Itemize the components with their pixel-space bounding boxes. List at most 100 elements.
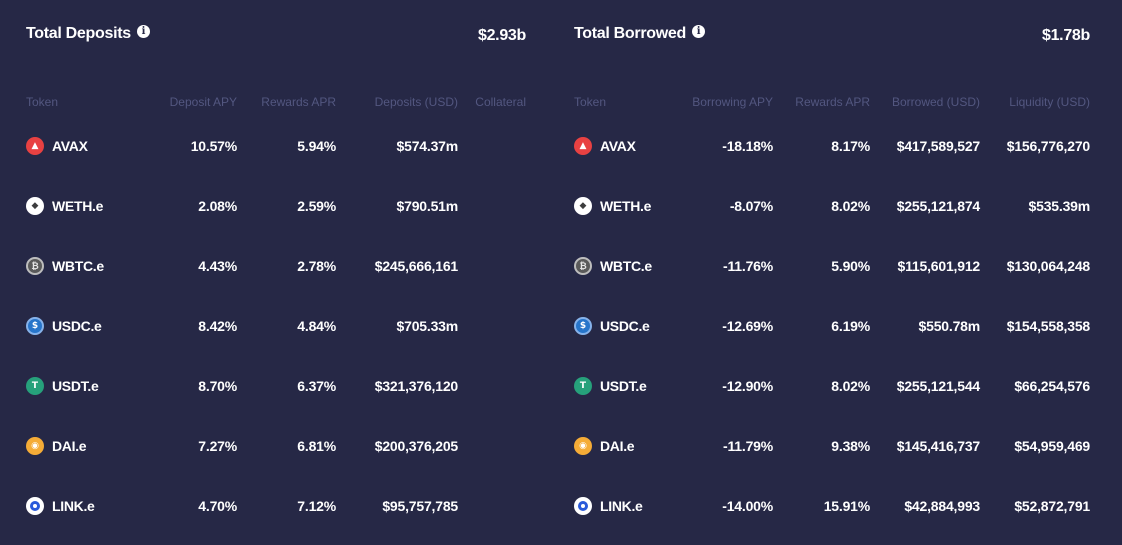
liquidity-usd-value: $54,959,469 — [1014, 438, 1090, 454]
token-name: AVAX — [52, 138, 88, 154]
col-header-deposits-usd[interactable]: Deposits (USD) — [375, 95, 458, 109]
liquidity-usd-value: $535.39m — [1028, 198, 1091, 214]
table-row[interactable]: ◉ DAI.e 7.27% 6.81% $200,376,205 — [26, 436, 526, 456]
table-row[interactable]: ₿ WBTC.e 4.43% 2.78% $245,666,161 — [26, 256, 526, 276]
token-name: LINK.e — [52, 498, 95, 514]
table-row[interactable]: LINK.e -14.00% 15.91% $42,884,993 $52,872,79… — [574, 496, 1090, 516]
col-header-collateral[interactable]: Collateral — [475, 95, 526, 109]
borrowed-header: Total Borrowed i $1.78b — [574, 24, 1090, 45]
liquidity-usd-value: $66,254,576 — [1014, 378, 1090, 394]
token-cell[interactable]: $ USDC.e — [26, 316, 102, 336]
liquidity-usd-value: $156,776,270 — [1006, 138, 1090, 154]
table-row[interactable]: ▲ AVAX 10.57% 5.94% $574.37m — [26, 136, 526, 156]
table-row[interactable]: ◆ WETH.e 2.08% 2.59% $790.51m — [26, 196, 526, 216]
table-row[interactable]: $ USDC.e -12.69% 6.19% $550.78m $154,558,358 — [574, 316, 1090, 336]
token-name: USDT.e — [600, 378, 647, 394]
col-header-deposit-apy[interactable]: Deposit APY — [170, 95, 237, 109]
col-header-borrowing-apy[interactable]: Borrowing APY — [692, 95, 773, 109]
token-name: WETH.e — [600, 198, 652, 214]
table-row[interactable]: ▲ AVAX -18.18% 8.17% $417,589,527 $156,776,27… — [574, 136, 1090, 156]
link-icon — [574, 497, 592, 515]
deposits-usd-value: $574.37m — [396, 138, 459, 154]
token-cell[interactable]: T USDT.e — [574, 376, 647, 396]
token-cell[interactable]: ◆ WETH.e — [574, 196, 651, 216]
wbtc-icon: ₿ — [574, 257, 592, 275]
avax-icon: ▲ — [574, 137, 592, 155]
token-cell[interactable]: ◉ DAI.e — [26, 436, 87, 456]
deposits-usd-value: $200,376,205 — [374, 438, 458, 454]
token-name: WBTC.e — [52, 258, 104, 274]
token-name: WETH.e — [52, 198, 104, 214]
borrowing-apy-value: -8.07% — [729, 198, 773, 214]
rewards-apr-value: 8.17% — [831, 138, 870, 154]
token-cell[interactable]: LINK.e — [574, 496, 643, 516]
table-row[interactable]: T USDT.e 8.70% 6.37% $321,376,120 — [26, 376, 526, 396]
deposit-apy-value: 2.08% — [198, 198, 237, 214]
token-cell[interactable]: ₿ WBTC.e — [26, 256, 104, 276]
table-row[interactable]: T USDT.e -12.90% 8.02% $255,121,544 $66,254,5… — [574, 376, 1090, 396]
borrowed-panel: Total Borrowed i $1.78b Token Borrowing … — [574, 0, 1090, 545]
link-icon — [26, 497, 44, 515]
rewards-apr-value: 5.94% — [297, 138, 336, 154]
borrowed-usd-value: $145,416,737 — [896, 438, 980, 454]
token-cell[interactable]: ▲ AVAX — [574, 136, 636, 156]
rewards-apr-value: 15.91% — [823, 498, 870, 514]
table-row[interactable]: ◉ DAI.e -11.79% 9.38% $145,416,737 $54,959,46… — [574, 436, 1090, 456]
wbtc-icon: ₿ — [26, 257, 44, 275]
rewards-apr-value: 2.59% — [297, 198, 336, 214]
token-cell[interactable]: ₿ WBTC.e — [574, 256, 652, 276]
dai-icon: ◉ — [26, 437, 44, 455]
col-header-rewards-apr[interactable]: Rewards APR — [795, 95, 870, 109]
table-row[interactable]: ◆ WETH.e -8.07% 8.02% $255,121,874 $535.39m — [574, 196, 1090, 216]
token-cell[interactable]: ▲ AVAX — [26, 136, 88, 156]
borrowed-title: Total Borrowed — [574, 25, 686, 42]
token-cell[interactable]: ◆ WETH.e — [26, 196, 103, 216]
table-row[interactable]: ₿ WBTC.e -11.76% 5.90% $115,601,912 $130,064,… — [574, 256, 1090, 276]
token-cell[interactable]: T USDT.e — [26, 376, 99, 396]
weth-icon: ◆ — [574, 197, 592, 215]
info-icon[interactable]: i — [691, 24, 705, 38]
rewards-apr-value: 4.84% — [297, 318, 336, 334]
token-name: AVAX — [600, 138, 636, 154]
token-cell[interactable]: $ USDC.e — [574, 316, 650, 336]
table-row[interactable]: $ USDC.e 8.42% 4.84% $705.33m — [26, 316, 526, 336]
borrowed-usd-value: $550.78m — [918, 318, 981, 334]
borrowed-total: $1.78b — [1041, 27, 1090, 44]
col-header-token[interactable]: Token — [26, 95, 58, 109]
deposit-apy-value: 4.70% — [198, 498, 237, 514]
deposit-apy-value: 10.57% — [190, 138, 237, 154]
deposits-header: Total Deposits i $2.93b — [26, 24, 526, 45]
rewards-apr-value: 7.12% — [297, 498, 336, 514]
token-name: USDT.e — [52, 378, 99, 394]
token-name: USDC.e — [52, 318, 102, 334]
usdc-icon: $ — [574, 317, 592, 335]
usdc-icon: $ — [26, 317, 44, 335]
table-row[interactable]: LINK.e 4.70% 7.12% $95,757,785 — [26, 496, 526, 516]
usdt-icon: T — [26, 377, 44, 395]
token-cell[interactable]: LINK.e — [26, 496, 95, 516]
token-cell[interactable]: ◉ DAI.e — [574, 436, 635, 456]
liquidity-usd-value: $154,558,358 — [1006, 318, 1090, 334]
deposit-apy-value: 4.43% — [198, 258, 237, 274]
deposits-usd-value: $245,666,161 — [374, 258, 458, 274]
col-header-borrowed-usd[interactable]: Borrowed (USD) — [892, 95, 980, 109]
col-header-liquidity-usd[interactable]: Liquidity (USD) — [1009, 95, 1090, 109]
deposit-apy-value: 8.42% — [198, 318, 237, 334]
rewards-apr-value: 8.02% — [831, 378, 870, 394]
weth-icon: ◆ — [26, 197, 44, 215]
usdt-icon: T — [574, 377, 592, 395]
avax-icon: ▲ — [26, 137, 44, 155]
col-header-rewards-apr[interactable]: Rewards APR — [261, 95, 336, 109]
deposits-usd-value: $95,757,785 — [382, 498, 458, 514]
rewards-apr-value: 9.38% — [831, 438, 870, 454]
info-icon[interactable]: i — [136, 24, 150, 38]
rewards-apr-value: 5.90% — [831, 258, 870, 274]
token-name: DAI.e — [52, 438, 87, 454]
liquidity-usd-value: $130,064,248 — [1006, 258, 1090, 274]
borrowed-usd-value: $255,121,874 — [896, 198, 980, 214]
token-name: WBTC.e — [600, 258, 652, 274]
borrowed-usd-value: $42,884,993 — [904, 498, 980, 514]
col-header-token[interactable]: Token — [574, 95, 606, 109]
borrowing-apy-value: -14.00% — [722, 498, 773, 514]
deposits-total: $2.93b — [477, 27, 526, 44]
